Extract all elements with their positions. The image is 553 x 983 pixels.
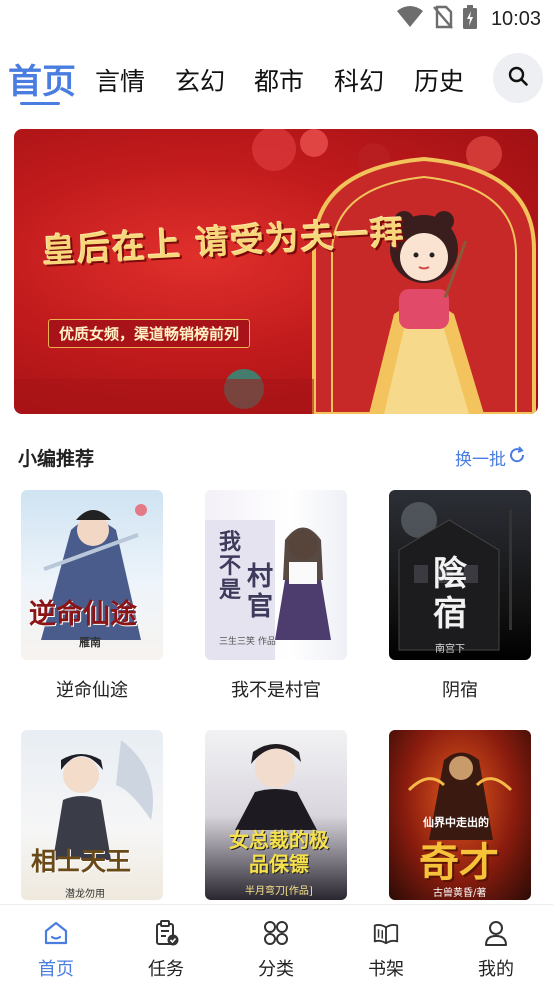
nav-home[interactable]: 首页 <box>11 905 101 983</box>
cover-author: 南宫下 <box>435 644 465 655</box>
task-clipboard-icon <box>152 919 180 947</box>
book-cover[interactable]: 相士天王 潜龙勿用 <box>21 730 163 900</box>
refresh-icon <box>508 446 526 469</box>
book-title: 逆命仙途 <box>56 680 128 701</box>
nav-category[interactable]: 分类 <box>231 905 321 983</box>
cover-author: 半月弯刀[作品] <box>245 886 313 897</box>
refresh-batch-button[interactable]: 换一批 <box>455 445 526 470</box>
search-button[interactable] <box>493 53 543 103</box>
tab-fantasy[interactable]: 玄幻 <box>175 62 225 98</box>
tab-scifi[interactable]: 科幻 <box>334 62 384 98</box>
book-title: 阴宿 <box>442 680 478 701</box>
no-sim-icon <box>433 5 453 33</box>
nav-label-tasks: 任务 <box>148 959 184 980</box>
promo-banner[interactable]: 皇后在上 请受为夫一拜 优质女频，渠道畅销榜前列 <box>14 129 538 414</box>
active-tab-indicator <box>20 102 60 105</box>
section-title-recommend: 小编推荐 <box>18 448 95 470</box>
book-cover[interactable]: 我不是 村官 三生三笑 作品 <box>205 490 347 660</box>
cover-title: 相士天王 <box>31 847 132 876</box>
nav-label-bookshelf: 书架 <box>368 959 404 980</box>
nav-label-home: 首页 <box>38 959 74 980</box>
cover-title-main: 村官 <box>247 562 274 622</box>
nav-label-profile: 我的 <box>478 959 514 980</box>
banner-subtitle: 优质女频，渠道畅销榜前列 <box>48 319 251 348</box>
cover-author: 潜龙勿用 <box>65 889 105 900</box>
search-icon <box>507 65 529 91</box>
book-cover[interactable]: 陰宿 南宫下 <box>389 490 531 660</box>
nav-bookshelf[interactable]: 书架 <box>341 905 431 983</box>
battery-charging-icon <box>462 5 477 33</box>
status-bar: 10:03 <box>0 0 553 38</box>
cover-title: 女总裁的极品保镖 <box>229 828 329 876</box>
tab-romance[interactable]: 言情 <box>95 62 145 98</box>
book-cover[interactable]: 女总裁的极品保镖 半月弯刀[作品] <box>205 730 347 900</box>
banner-illustration <box>14 129 536 414</box>
profile-icon <box>482 919 510 947</box>
cover-title: 我不是 <box>219 529 242 603</box>
home-icon <box>42 919 70 947</box>
book-card[interactable]: 逆命仙途 雁南 逆命仙途 <box>21 490 163 702</box>
status-time: 10:03 <box>490 7 541 30</box>
tab-home[interactable]: 首页 <box>8 54 76 103</box>
wifi-icon <box>396 6 423 32</box>
nav-profile[interactable]: 我的 <box>451 905 541 983</box>
book-title: 我不是村官 <box>231 680 321 701</box>
cover-author: 雁南 <box>79 636 101 649</box>
tab-urban[interactable]: 都市 <box>254 62 304 98</box>
book-cover[interactable]: 逆命仙途 雁南 <box>21 490 163 660</box>
cover-title: 逆命仙途 <box>29 599 137 630</box>
nav-tasks[interactable]: 任务 <box>121 905 211 983</box>
book-cover[interactable]: 仙界中走出的 奇才 古兽黄昏/著 <box>389 730 531 900</box>
nav-label-category: 分类 <box>258 959 294 980</box>
category-grid-icon <box>262 919 290 947</box>
book-card[interactable]: 女总裁的极品保镖 半月弯刀[作品] <box>205 730 347 900</box>
book-card[interactable]: 仙界中走出的 奇才 古兽黄昏/著 <box>389 730 531 900</box>
cover-tagline: 仙界中走出的 <box>423 816 489 829</box>
book-card[interactable]: 我不是 村官 三生三笑 作品 我不是村官 <box>205 490 347 702</box>
cover-title: 陰宿 <box>433 554 467 634</box>
tab-history[interactable]: 历史 <box>414 62 464 98</box>
cover-author: 三生三笑 作品 <box>219 637 276 647</box>
status-icons: 10:03 <box>396 5 541 33</box>
bottom-navigation: 首页 任务 分类 书架 我的 <box>0 904 553 983</box>
bookshelf-icon <box>372 919 400 947</box>
book-card[interactable]: 陰宿 南宫下 阴宿 <box>389 490 531 702</box>
book-card[interactable]: 相士天王 潜龙勿用 <box>21 730 163 900</box>
refresh-label: 换一批 <box>455 450 506 470</box>
cover-author: 古兽黄昏/著 <box>433 888 487 899</box>
category-tabs: 首页 言情 玄幻 都市 科幻 历史 <box>0 52 553 108</box>
cover-title: 奇才 <box>419 839 499 886</box>
